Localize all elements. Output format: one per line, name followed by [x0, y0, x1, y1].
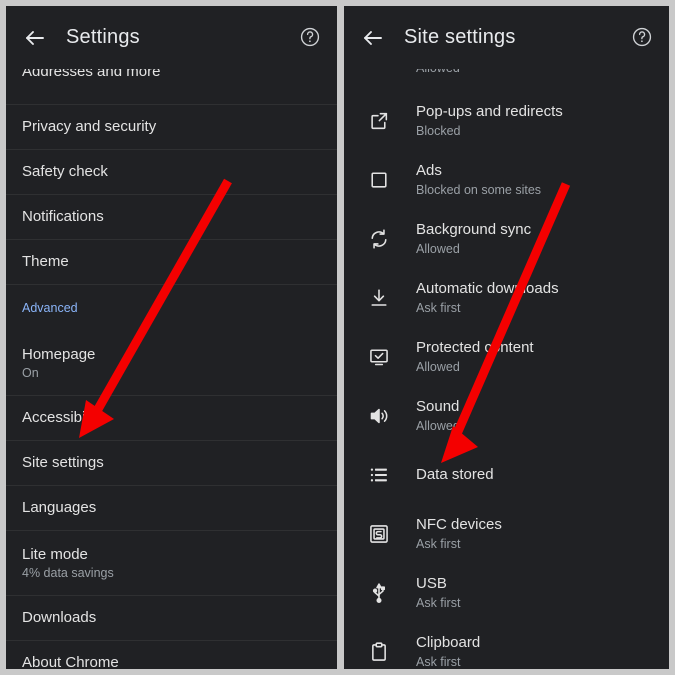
settings-row-label: Addresses and more: [22, 69, 161, 80]
site-setting-status: Ask first: [416, 300, 461, 315]
site-setting-status: Ask first: [416, 536, 461, 551]
site-setting-row[interactable]: Data stored: [344, 445, 669, 504]
site-setting-text: Pop-ups and redirects Blocked: [416, 103, 563, 139]
settings-row[interactable]: Privacy and security: [6, 105, 337, 150]
site-setting-row[interactable]: USB Ask first: [344, 563, 669, 622]
site-setting-label: USB: [416, 574, 447, 592]
settings-row[interactable]: Accessibility: [6, 396, 337, 441]
site-setting-label: Clipboard: [416, 633, 481, 651]
site-setting-text: Clipboard Ask first: [416, 634, 480, 670]
site-setting-text: Ads Blocked on some sites: [416, 162, 541, 198]
settings-row[interactable]: Addresses and more: [6, 69, 337, 105]
settings-row[interactable]: Notifications: [6, 195, 337, 240]
site-setting-row[interactable]: Allowed: [344, 69, 669, 91]
site-setting-label: Background sync: [416, 220, 532, 238]
sync-icon: [366, 226, 392, 252]
settings-row[interactable]: Languages: [6, 486, 337, 531]
site-setting-text: Data stored: [416, 466, 494, 484]
site-settings-list: Allowed Pop-ups and redirects Blocked Ads Bl…: [344, 69, 669, 669]
site-setting-label: Data stored: [416, 465, 494, 483]
settings-row[interactable]: Site settings: [6, 441, 337, 486]
site-setting-text: NFC devices Ask first: [416, 516, 502, 552]
site-setting-row[interactable]: Automatic downloads Ask first: [344, 268, 669, 327]
site-setting-text: Sound Allowed: [416, 398, 460, 434]
settings-appbar: Settings: [6, 6, 337, 69]
page-title: Site settings: [404, 26, 516, 48]
open-in-new-icon: [366, 108, 392, 134]
site-setting-label: Sound: [416, 397, 460, 415]
site-setting-label: Automatic downloads: [416, 279, 559, 297]
settings-row-label: Privacy and security: [22, 118, 157, 136]
site-setting-status: Blocked: [416, 123, 461, 138]
storage-list-icon: [366, 462, 392, 488]
site-setting-label: NFC devices: [416, 515, 502, 533]
settings-row[interactable]: Theme: [6, 240, 337, 285]
site-setting-row[interactable]: NFC devices Ask first: [344, 504, 669, 563]
settings-row-label: Accessibility: [22, 409, 104, 427]
settings-row-label: Site settings: [22, 454, 104, 472]
settings-row-label: About Chrome: [22, 654, 119, 669]
site-setting-text: Automatic downloads Ask first: [416, 280, 559, 316]
site-settings-panel: Site settings Allowed Pop-ups and redirec…: [344, 6, 669, 669]
settings-row[interactable]: Lite mode 4% data savings: [6, 531, 337, 596]
settings-row-label: Homepage: [22, 345, 96, 363]
site-setting-row[interactable]: Background sync Allowed: [344, 209, 669, 268]
site-setting-status: Allowed: [416, 359, 460, 374]
site-setting-label: Protected content: [416, 338, 534, 356]
settings-row-label: Languages: [22, 499, 97, 517]
site-setting-status: Ask first: [416, 654, 461, 669]
site-setting-status: Allowed: [416, 241, 460, 256]
usb-icon: [366, 580, 392, 606]
settings-row[interactable]: Downloads: [6, 596, 337, 641]
site-setting-status: Allowed: [416, 418, 460, 433]
settings-row[interactable]: Homepage On: [6, 331, 337, 396]
settings-row-label: Downloads: [22, 609, 97, 627]
site-setting-row[interactable]: Protected content Allowed: [344, 327, 669, 386]
screenshot-root: Settings Addresses and more Privacy and s…: [0, 0, 675, 675]
site-setting-status: Blocked on some sites: [416, 182, 542, 197]
site-setting-text: Allowed: [416, 69, 460, 76]
back-icon[interactable]: [18, 21, 52, 55]
clipboard-icon: [366, 639, 392, 665]
settings-panel: Settings Addresses and more Privacy and s…: [6, 6, 337, 669]
site-setting-text: Protected content Allowed: [416, 339, 534, 375]
site-setting-label: Ads: [416, 161, 442, 179]
settings-row[interactable]: Safety check: [6, 150, 337, 195]
protected-content-icon: [366, 344, 392, 370]
site-setting-text: USB Ask first: [416, 575, 460, 611]
site-setting-status: Ask first: [416, 595, 461, 610]
settings-row[interactable]: About Chrome: [6, 641, 337, 669]
site-settings-appbar: Site settings: [344, 6, 669, 69]
back-icon[interactable]: [356, 21, 390, 55]
site-setting-row[interactable]: Pop-ups and redirects Blocked: [344, 91, 669, 150]
sound-icon: [366, 403, 392, 429]
site-setting-row[interactable]: Sound Allowed: [344, 386, 669, 445]
square-outline-icon: [366, 167, 392, 193]
settings-row-sublabel: On: [22, 365, 39, 380]
settings-row-label: Safety check: [22, 163, 108, 181]
settings-row-label: Lite mode: [22, 545, 88, 563]
help-circle-icon[interactable]: [631, 26, 655, 50]
settings-row-sublabel: 4% data savings: [22, 565, 114, 580]
help-circle-icon[interactable]: [299, 26, 323, 50]
nfc-icon: [366, 521, 392, 547]
site-setting-text: Background sync Allowed: [416, 221, 531, 257]
settings-row-label: Theme: [22, 253, 69, 271]
page-title: Settings: [66, 26, 140, 48]
settings-section-header: Advanced: [22, 301, 78, 315]
settings-row-label: Notifications: [22, 208, 104, 226]
site-setting-label: Pop-ups and redirects: [416, 102, 563, 120]
site-setting-status: Allowed: [416, 69, 460, 76]
site-setting-row[interactable]: Clipboard Ask first: [344, 622, 669, 669]
download-icon: [366, 285, 392, 311]
settings-list: Addresses and more Privacy and security Sa…: [6, 69, 337, 669]
site-setting-row[interactable]: Ads Blocked on some sites: [344, 150, 669, 209]
